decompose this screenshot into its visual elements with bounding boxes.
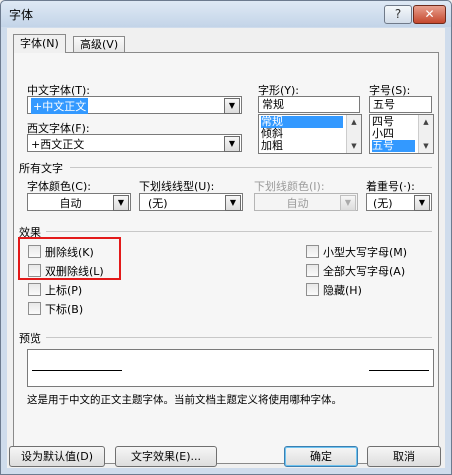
preview-box: [27, 349, 434, 387]
scroll-up-icon[interactable]: ▲: [347, 115, 361, 129]
text-effects-button[interactable]: 文字效果(E)...: [115, 446, 217, 467]
western-font-combo[interactable]: +西文正文 ▼: [27, 134, 242, 152]
chinese-font-value: +中文正文: [31, 98, 89, 114]
style-input[interactable]: 常规: [258, 96, 360, 113]
subscript-label[interactable]: 下标(B): [45, 301, 83, 317]
style-listbox[interactable]: 常规 倾斜 加粗 ▲ ▼: [258, 114, 362, 154]
scroll-down-icon[interactable]: ▼: [419, 139, 433, 153]
hidden-label[interactable]: 隐藏(H): [323, 282, 362, 298]
section-divider: [70, 167, 432, 168]
chevron-down-icon[interactable]: ▼: [224, 98, 240, 114]
dialog-title: 字体: [9, 8, 34, 22]
underline-color-value: 自动: [286, 197, 309, 210]
chinese-font-combo[interactable]: +中文正文 ▼: [27, 96, 242, 114]
western-font-value: +西文正文: [31, 138, 85, 151]
style-scrollbar[interactable]: ▲ ▼: [346, 115, 361, 153]
chevron-down-icon[interactable]: ▼: [224, 136, 240, 152]
tab-advanced[interactable]: 高级(V): [73, 36, 126, 53]
tab-font[interactable]: 字体(N): [13, 34, 66, 53]
scroll-up-icon[interactable]: ▲: [419, 115, 433, 129]
size-input[interactable]: 五号: [369, 96, 432, 113]
emphasis-mark-label: 着重号(·):: [366, 180, 415, 193]
cancel-button[interactable]: 取消: [367, 446, 441, 467]
superscript-checkbox[interactable]: [28, 283, 41, 296]
size-scrollbar[interactable]: ▲ ▼: [418, 115, 433, 153]
underline-color-combo: 自动 ▼: [254, 193, 358, 211]
preview-left-line: [32, 370, 122, 371]
all-caps-checkbox[interactable]: [306, 264, 319, 277]
help-button[interactable]: ?: [384, 5, 412, 24]
font-dialog: 字体 ? ✕ 字体(N) 高级(V) 中文字体(T): +中文正文 ▼ 西文字体…: [0, 0, 452, 475]
font-color-label: 字体颜色(C):: [27, 180, 91, 193]
emphasis-mark-combo[interactable]: (无) ▼: [366, 193, 432, 211]
all-caps-label[interactable]: 全部大写字母(A): [323, 263, 405, 279]
title-bar[interactable]: 字体 ? ✕: [1, 1, 451, 27]
dialog-client-area: 字体(N) 高级(V) 中文字体(T): +中文正文 ▼ 西文字体(F): +西…: [7, 28, 445, 468]
size-listbox[interactable]: 四号 小四 五号 ▲ ▼: [369, 114, 434, 154]
small-caps-label[interactable]: 小型大写字母(M): [323, 244, 407, 260]
section-divider: [46, 337, 432, 338]
ok-button[interactable]: 确定: [284, 446, 358, 467]
font-tab-page: 中文字体(T): +中文正文 ▼ 西文字体(F): +西文正文 ▼ 字形(Y):…: [13, 52, 439, 464]
hidden-checkbox[interactable]: [306, 283, 319, 296]
superscript-label[interactable]: 上标(P): [45, 282, 82, 298]
close-button[interactable]: ✕: [413, 5, 446, 24]
underline-type-combo[interactable]: (无) ▼: [139, 193, 243, 211]
preview-section-label: 预览: [19, 332, 41, 345]
underline-color-label: 下划线颜色(I):: [254, 180, 325, 193]
font-color-value: 自动: [59, 197, 82, 210]
chevron-down-icon[interactable]: ▼: [414, 195, 430, 211]
section-divider: [46, 231, 432, 232]
chevron-down-icon: ▼: [340, 195, 356, 211]
list-item[interactable]: 加粗: [261, 140, 283, 152]
font-color-combo[interactable]: 自动 ▼: [27, 193, 131, 211]
chevron-down-icon[interactable]: ▼: [225, 195, 241, 211]
all-text-section-label: 所有文字: [19, 162, 63, 175]
scroll-down-icon[interactable]: ▼: [347, 139, 361, 153]
underline-type-value: (无): [148, 197, 168, 210]
subscript-checkbox[interactable]: [28, 302, 41, 315]
list-item[interactable]: 五号: [372, 140, 415, 152]
highlight-annotation-box: [18, 237, 121, 280]
preview-right-line: [369, 370, 429, 371]
underline-type-label: 下划线线型(U):: [139, 180, 215, 193]
preview-description: 这是用于中文的正文主题字体。当前文档主题定义将使用哪种字体。: [27, 394, 342, 406]
chevron-down-icon[interactable]: ▼: [113, 195, 129, 211]
set-default-button[interactable]: 设为默认值(D): [9, 446, 105, 467]
small-caps-checkbox[interactable]: [306, 245, 319, 258]
emphasis-mark-value: (无): [373, 197, 393, 210]
